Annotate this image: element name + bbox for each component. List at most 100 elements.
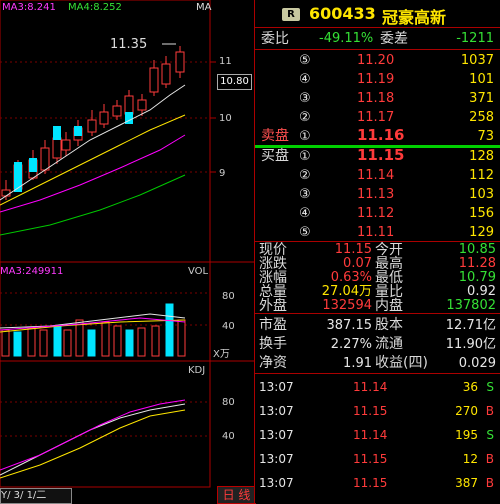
tick-price: 11.14 (353, 380, 388, 394)
daily-line-tab[interactable]: 日 线 (217, 486, 256, 504)
stat-label: 今开 (375, 242, 403, 258)
ask-row[interactable]: ④ 11.19 101 (255, 70, 500, 89)
fund-value: 12.71亿 (445, 318, 496, 333)
vol-ma3-indicator: MA3:249911 (0, 266, 64, 277)
vol-axis-unit: X万 (213, 349, 230, 360)
bid-row[interactable]: 买盘 ① 11.15 128 (255, 146, 500, 166)
ask-level: ② (299, 110, 311, 125)
volume-bar (75, 319, 84, 357)
candle-body (87, 119, 97, 133)
kdj-axis-40: 40 (222, 431, 235, 442)
stat-row: 涨幅 0.63% 最低 10.79 (255, 270, 500, 286)
kdj-d-line (0, 409, 186, 479)
bid-row[interactable]: ⑤ 11.11 129 (255, 223, 500, 242)
tick-volume: 270 (455, 404, 478, 418)
candle-body (40, 147, 50, 171)
fund-value: 0.029 (458, 356, 496, 371)
fund-label: 收益(四) (375, 355, 428, 371)
volume-bar (87, 329, 96, 357)
fund-label: 股本 (375, 317, 403, 333)
bid-price: 11.12 (357, 206, 395, 221)
ask-level: ③ (299, 91, 311, 106)
bid-row[interactable]: ③ 11.13 103 (255, 185, 500, 204)
stat-label: 涨幅 (259, 270, 287, 286)
candle-body (61, 139, 71, 151)
scroll-indicator[interactable]: Y/ 3/ 1/二 (0, 488, 72, 504)
fund-value: 1.91 (343, 356, 372, 371)
ask-row[interactable]: ⑤ 11.20 1037 (255, 51, 500, 70)
ask-row[interactable]: 卖盘 ① 11.16 73 (255, 126, 500, 146)
candle-body (112, 105, 122, 117)
tick-row[interactable]: 13:07 11.14 195 S (255, 424, 500, 446)
ask-row[interactable]: ③ 11.18 371 (255, 89, 500, 108)
tick-row[interactable]: 13:07 11.14 36 S (255, 376, 500, 398)
stat-label: 最高 (375, 256, 403, 272)
stat-value: 137802 (446, 298, 496, 313)
divider (255, 313, 500, 314)
ask-volume: 101 (469, 72, 494, 87)
stat-row: 总量 27.04万 量比 0.92 (255, 284, 500, 300)
candle-body-down (74, 126, 82, 136)
stock-name: 冠豪高新 (382, 8, 447, 27)
stat-row: 外盘 132594 内盘 137802 (255, 298, 500, 314)
tick-time: 13:07 (259, 428, 294, 442)
price-axis-9: 9 (219, 168, 226, 179)
tick-side: S (486, 428, 494, 442)
volume-bar (13, 331, 22, 357)
stat-row: 涨跌 0.07 最高 11.28 (255, 256, 500, 272)
buy-label: 买盘 (261, 148, 289, 164)
stat-value: 10.79 (458, 270, 496, 285)
candle-body (1, 189, 11, 197)
bid-volume: 128 (469, 149, 494, 164)
fund-row: 换手 2.27% 流通 11.90亿 (255, 335, 500, 354)
candle-body-down (53, 126, 61, 140)
volume-bar (101, 321, 110, 357)
stat-label: 涨跌 (259, 256, 287, 272)
fund-label: 换手 (259, 336, 287, 352)
candle-body (124, 95, 134, 115)
volume-bar (1, 329, 10, 357)
volume-bar (177, 319, 186, 357)
bid-volume: 112 (469, 168, 494, 183)
bid-row[interactable]: ④ 11.12 156 (255, 204, 500, 223)
kdj-label: KDJ (188, 365, 206, 376)
tick-price: 11.14 (353, 428, 388, 442)
tick-row[interactable]: 13:07 11.15 270 B (255, 400, 500, 422)
stat-value: 0.92 (467, 284, 496, 299)
ma-line-green (0, 174, 186, 236)
bid-price: 11.11 (357, 225, 395, 240)
tick-side: B (485, 452, 494, 466)
bid-price: 11.14 (357, 168, 395, 183)
fund-label: 流通 (375, 336, 403, 352)
candle-body (99, 111, 109, 125)
chart-frame (0, 0, 211, 488)
divider (255, 373, 500, 374)
volume-bar (39, 329, 48, 357)
tick-price: 11.15 (353, 452, 388, 466)
volume-bar (151, 325, 160, 357)
tick-side: B (485, 404, 494, 418)
ask-volume: 371 (469, 91, 494, 106)
fund-row: 市盈 387.15 股本 12.71亿 (255, 316, 500, 335)
tick-volume: 195 (455, 428, 478, 442)
candle-body (175, 51, 185, 73)
bid-level: ④ (299, 206, 311, 221)
tick-row[interactable]: 13:07 11.15 12 B (255, 448, 500, 470)
stat-value: 0.07 (343, 256, 372, 271)
bid-row[interactable]: ② 11.14 112 (255, 166, 500, 185)
ask-row[interactable]: ② 11.17 258 (255, 108, 500, 127)
kdj-axis-80: 80 (222, 397, 235, 408)
stat-value: 11.15 (334, 242, 372, 257)
tick-row[interactable]: 13:07 11.15 387 B (255, 472, 500, 494)
volume-bar (125, 329, 134, 357)
stat-label: 内盘 (375, 298, 403, 314)
weibi-row: 委比 -49.11% 委差 -1211 (255, 29, 500, 49)
volume-bar (63, 329, 72, 357)
vol-axis-80: 80 (222, 291, 235, 302)
stat-label: 总量 (259, 284, 287, 300)
sell-label: 卖盘 (261, 128, 289, 144)
tick-price: 11.15 (353, 404, 388, 418)
tick-price: 11.15 (353, 476, 388, 490)
ask-price: 11.20 (357, 53, 395, 68)
fund-row: 净资 1.91 收益(四) 0.029 (255, 354, 500, 373)
